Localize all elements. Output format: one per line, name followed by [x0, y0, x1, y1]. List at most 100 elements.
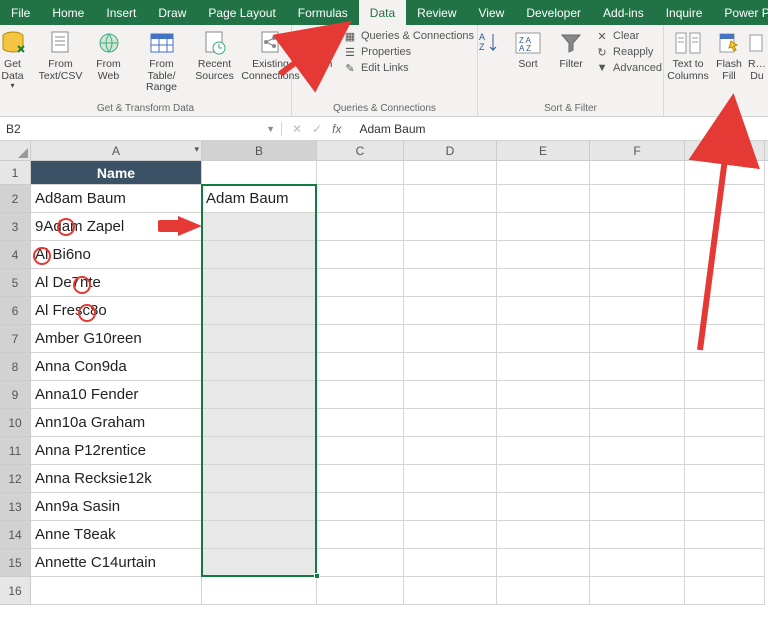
cell-A1[interactable]: Name [31, 161, 202, 185]
cell-G16[interactable] [685, 577, 765, 605]
row-header[interactable]: 16 [0, 577, 31, 605]
refresh-all-button[interactable]: Refresh All▾ [291, 27, 337, 91]
cell-B16[interactable] [202, 577, 317, 605]
sort-button[interactable]: Z AA Z Sort [505, 27, 551, 71]
cell-F10[interactable] [590, 409, 685, 437]
cell-G7[interactable] [685, 325, 765, 353]
cell-G10[interactable] [685, 409, 765, 437]
cell-A11[interactable]: Anna P12rentice [31, 437, 202, 465]
cell-B1[interactable] [202, 161, 317, 185]
cell-D16[interactable] [404, 577, 497, 605]
cell-B13[interactable] [202, 493, 317, 521]
cell-D15[interactable] [404, 549, 497, 577]
tab-review[interactable]: Review [406, 0, 467, 25]
cell-G2[interactable] [685, 185, 765, 213]
cell-E6[interactable] [497, 297, 590, 325]
accept-icon[interactable]: ✓ [312, 122, 322, 136]
cell-C6[interactable] [317, 297, 404, 325]
cell-G5[interactable] [685, 269, 765, 297]
cell-C5[interactable] [317, 269, 404, 297]
cell-G8[interactable] [685, 353, 765, 381]
cell-G6[interactable] [685, 297, 765, 325]
row-header[interactable]: 11 [0, 437, 31, 465]
cell-F16[interactable] [590, 577, 685, 605]
tab-insert[interactable]: Insert [95, 0, 147, 25]
row-header[interactable]: 15 [0, 549, 31, 577]
cell-C12[interactable] [317, 465, 404, 493]
queries-connections-button[interactable]: ▦Queries & Connections [339, 29, 478, 43]
from-csv-button[interactable]: From Text/CSV [38, 27, 84, 82]
cell-G3[interactable] [685, 213, 765, 241]
cell-E1[interactable] [497, 161, 590, 185]
cell-F2[interactable] [590, 185, 685, 213]
cell-D1[interactable] [404, 161, 497, 185]
cell-C14[interactable] [317, 521, 404, 549]
cell-A10[interactable]: Ann10a Graham [31, 409, 202, 437]
cell-F8[interactable] [590, 353, 685, 381]
row-header[interactable]: 6 [0, 297, 31, 325]
cell-E4[interactable] [497, 241, 590, 269]
row-header[interactable]: 3 [0, 213, 31, 241]
cell-E13[interactable] [497, 493, 590, 521]
cell-B11[interactable] [202, 437, 317, 465]
cell-G14[interactable] [685, 521, 765, 549]
cell-B3[interactable] [202, 213, 317, 241]
row-header[interactable]: 2 [0, 185, 31, 213]
row-header[interactable]: 12 [0, 465, 31, 493]
col-header-a[interactable]: A▾ [31, 141, 202, 160]
name-box[interactable]: B2 ▼ [0, 122, 282, 136]
filter-dropdown-icon[interactable]: ▾ [194, 144, 199, 155]
cell-A5[interactable]: Al De7nte [31, 269, 202, 297]
cell-D10[interactable] [404, 409, 497, 437]
tab-data[interactable]: Data [359, 0, 406, 25]
get-data-button[interactable]: Get Data▾ [0, 27, 36, 91]
cell-A12[interactable]: Anna Recksie12k [31, 465, 202, 493]
cell-D3[interactable] [404, 213, 497, 241]
cell-F7[interactable] [590, 325, 685, 353]
cell-A15[interactable]: Annette C14urtain [31, 549, 202, 577]
cell-D2[interactable] [404, 185, 497, 213]
row-header[interactable]: 10 [0, 409, 31, 437]
cell-A8[interactable]: Anna Con9da [31, 353, 202, 381]
from-table-button[interactable]: From Table/ Range [134, 27, 190, 94]
cell-C15[interactable] [317, 549, 404, 577]
cell-D12[interactable] [404, 465, 497, 493]
cell-B2[interactable]: Adam Baum [202, 185, 317, 213]
cell-B5[interactable] [202, 269, 317, 297]
cell-B10[interactable] [202, 409, 317, 437]
edit-links-button[interactable]: ✎Edit Links [339, 61, 478, 75]
cell-F1[interactable] [590, 161, 685, 185]
cell-A14[interactable]: Anne T8eak [31, 521, 202, 549]
cell-D4[interactable] [404, 241, 497, 269]
fx-icon[interactable]: fx [332, 122, 341, 136]
cancel-icon[interactable]: ✕ [292, 122, 302, 136]
cell-C13[interactable] [317, 493, 404, 521]
cell-A4[interactable]: Al Bi6no [31, 241, 202, 269]
cell-B6[interactable] [202, 297, 317, 325]
cell-B14[interactable] [202, 521, 317, 549]
cell-E16[interactable] [497, 577, 590, 605]
cell-E12[interactable] [497, 465, 590, 493]
cell-E2[interactable] [497, 185, 590, 213]
cell-B4[interactable] [202, 241, 317, 269]
cell-B15[interactable] [202, 549, 317, 577]
cell-D7[interactable] [404, 325, 497, 353]
cell-C4[interactable] [317, 241, 404, 269]
cell-F3[interactable] [590, 213, 685, 241]
cell-E8[interactable] [497, 353, 590, 381]
from-web-button[interactable]: From Web [86, 27, 132, 82]
cell-E3[interactable] [497, 213, 590, 241]
cell-G15[interactable] [685, 549, 765, 577]
row-header[interactable]: 4 [0, 241, 31, 269]
cell-B8[interactable] [202, 353, 317, 381]
cell-C3[interactable] [317, 213, 404, 241]
filter-button[interactable]: Filter [553, 27, 589, 71]
cell-C2[interactable] [317, 185, 404, 213]
cell-C11[interactable] [317, 437, 404, 465]
cell-D6[interactable] [404, 297, 497, 325]
cell-G11[interactable] [685, 437, 765, 465]
cell-B12[interactable] [202, 465, 317, 493]
cell-C9[interactable] [317, 381, 404, 409]
col-header-g[interactable]: G [685, 141, 765, 160]
tab-view[interactable]: View [468, 0, 516, 25]
